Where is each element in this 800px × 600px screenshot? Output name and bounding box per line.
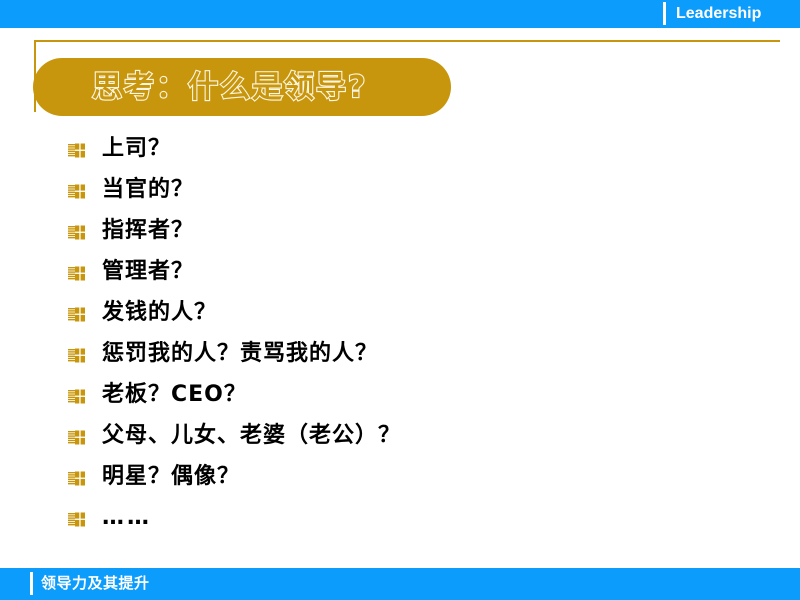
list-item: ……	[68, 497, 778, 538]
list-item-label: 当官的？	[102, 176, 195, 202]
gold-flag-bullet-icon	[68, 389, 86, 404]
gold-flag-bullet-icon	[68, 225, 86, 240]
slide-title: 思考：什么是领导?	[91, 69, 368, 106]
gold-flag-bullet-icon	[68, 307, 86, 322]
list-item: 惩罚我的人？责骂我的人？	[68, 333, 778, 374]
header-title: Leadership	[676, 5, 762, 22]
list-item: 当官的？	[68, 169, 778, 210]
header-separator-icon	[663, 2, 666, 25]
list-item-label: ……	[102, 504, 152, 530]
list-item-label: 管理者？	[102, 258, 195, 284]
list-item: 管理者？	[68, 251, 778, 292]
gold-flag-bullet-icon	[68, 430, 86, 445]
list-item: 发钱的人？	[68, 292, 778, 333]
gold-flag-bullet-icon	[68, 266, 86, 281]
list-item: 明星？偶像？	[68, 456, 778, 497]
footer-title: 领导力及其提升	[41, 574, 150, 592]
list-item: 老板？CEO？	[68, 374, 778, 415]
list-item-label: 惩罚我的人？责骂我的人？	[102, 340, 379, 366]
list-item-label: 父母、儿女、老婆（老公）？	[102, 422, 402, 448]
gold-horizontal-rule	[34, 40, 780, 42]
list-item-label: 明星？偶像？	[102, 463, 241, 489]
list-item-label: 发钱的人？	[102, 299, 218, 325]
gold-flag-bullet-icon	[68, 512, 86, 527]
list-item: 上司？	[68, 128, 778, 169]
list-item: 父母、儿女、老婆（老公）？	[68, 415, 778, 456]
gold-flag-bullet-icon	[68, 143, 86, 158]
list-item-label: 上司？	[102, 135, 172, 161]
bullet-list: 上司？ 当官的？ 指挥者？ 管理者？ 发钱的人？ 惩罚我的人？责骂我的人？ 老板…	[68, 128, 778, 538]
gold-flag-bullet-icon	[68, 348, 86, 363]
list-item: 指挥者？	[68, 210, 778, 251]
list-item-label: 指挥者？	[102, 217, 195, 243]
footer-separator-icon	[30, 572, 33, 595]
gold-flag-bullet-icon	[68, 184, 86, 199]
list-item-label: 老板？CEO？	[102, 381, 247, 407]
gold-flag-bullet-icon	[68, 471, 86, 486]
